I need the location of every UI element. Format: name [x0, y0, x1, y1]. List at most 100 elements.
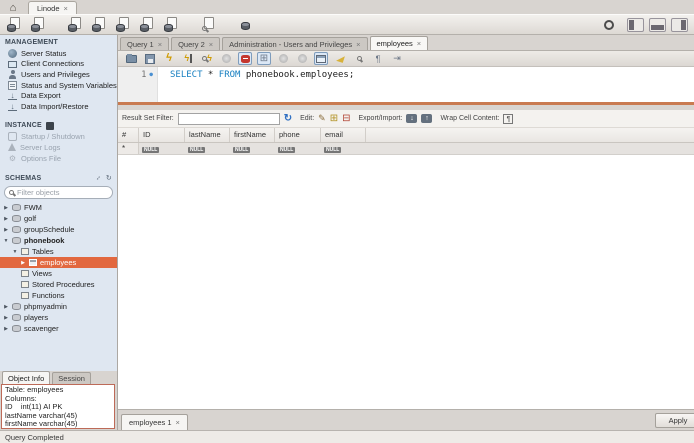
schemas-refresh-icon[interactable]: ↻	[106, 174, 112, 182]
tab-administration[interactable]: Administration - Users and Privileges ×	[222, 37, 367, 50]
tab-object-info[interactable]: Object Info	[2, 371, 50, 384]
tab-query-2[interactable]: Query 2 ×	[171, 37, 220, 50]
new-table-icon[interactable]	[91, 17, 108, 32]
inspector-icon[interactable]	[200, 17, 217, 32]
column-header-rownum[interactable]: #	[118, 128, 139, 142]
column-header-phone[interactable]: phone	[275, 128, 321, 142]
toggle-right-sidebar-button[interactable]	[671, 18, 688, 32]
execute-icon[interactable]: ϟ	[162, 52, 176, 65]
expand-arrow-icon[interactable]: ▶	[3, 304, 9, 310]
column-header-id[interactable]: ID	[139, 128, 185, 142]
cell-id[interactable]: NULL	[139, 144, 185, 154]
schema-node-players[interactable]: ▶ players	[0, 312, 117, 323]
reconnect-icon[interactable]	[237, 17, 254, 32]
apply-button[interactable]: Apply	[655, 413, 694, 428]
open-sql-script-icon[interactable]	[30, 17, 47, 32]
close-icon[interactable]: ×	[417, 39, 421, 48]
tree-node-stored-procedures[interactable]: Stored Procedures	[0, 279, 117, 290]
sidebar-item-data-import[interactable]: ↓ Data Import/Restore	[0, 101, 117, 112]
tree-node-functions[interactable]: Functions	[0, 290, 117, 301]
cell-firstname[interactable]: NULL	[230, 144, 275, 154]
new-function-icon[interactable]	[163, 17, 180, 32]
tree-node-employees[interactable]: ▶ employees	[0, 257, 117, 268]
tab-query-1[interactable]: Query 1 ×	[120, 37, 169, 50]
close-icon[interactable]: ×	[64, 4, 68, 13]
schema-node-scavenger[interactable]: ▶ scavenger	[0, 323, 117, 334]
toggle-output-area-button[interactable]	[649, 18, 666, 32]
result-filter-input[interactable]	[178, 113, 280, 125]
sidebar-item-client-connections[interactable]: Client Connections	[0, 59, 117, 70]
wrap-text-icon[interactable]: ⇥	[390, 52, 404, 65]
invisible-chars-icon[interactable]: ¶	[371, 52, 385, 65]
tree-node-views[interactable]: Views	[0, 268, 117, 279]
new-query-tab-icon[interactable]	[6, 17, 23, 32]
rollback-icon[interactable]	[295, 52, 309, 65]
save-script-icon[interactable]	[143, 52, 157, 65]
sidebar-item-users-privileges[interactable]: Users and Privileges	[0, 69, 117, 80]
sql-code-line[interactable]: SELECT * FROM phonebook.employees;	[158, 67, 354, 102]
execute-current-icon[interactable]: ϟ	[181, 52, 195, 65]
schema-node-groupschedule[interactable]: ▶ groupSchedule	[0, 224, 117, 235]
home-tab-button[interactable]: ⌂	[4, 2, 22, 14]
cell-lastname[interactable]: NULL	[185, 144, 230, 154]
wrap-cell-content-icon[interactable]: ¶	[503, 114, 513, 124]
schemas-resize-icon[interactable]: ↔	[93, 173, 104, 184]
add-row-icon[interactable]: ⊞	[330, 113, 338, 124]
sidebar-item-server-status[interactable]: Server Status	[0, 48, 117, 59]
result-grid-empty-area[interactable]	[118, 155, 694, 409]
schema-node-fwm[interactable]: ▶ FWM	[0, 202, 117, 213]
collapse-arrow-icon[interactable]: ▼	[12, 249, 18, 255]
edit-record-icon[interactable]: ✎	[318, 113, 326, 124]
new-view-icon[interactable]	[115, 17, 132, 32]
new-procedure-icon[interactable]	[139, 17, 156, 32]
close-icon[interactable]: ×	[209, 40, 213, 49]
new-schema-icon[interactable]	[67, 17, 84, 32]
autocommit-toggle[interactable]	[314, 52, 328, 65]
export-icon[interactable]: ↓	[406, 114, 417, 123]
expand-arrow-icon[interactable]: ▶	[3, 315, 9, 321]
sidebar-item-status-variables[interactable]: Status and System Variables	[0, 80, 117, 91]
limit-rows-toggle[interactable]: ⊞	[257, 52, 271, 65]
open-script-icon[interactable]	[124, 52, 138, 65]
import-icon[interactable]: ↑	[421, 114, 432, 123]
sql-editor[interactable]: 1 ● SELECT * FROM phonebook.employees;	[118, 67, 694, 102]
tree-node-tables[interactable]: ▼ Tables	[0, 246, 117, 257]
schema-filter-input[interactable]	[17, 188, 108, 197]
tab-employees[interactable]: employees ×	[370, 36, 429, 50]
beautify-icon[interactable]	[333, 52, 347, 65]
cell-email[interactable]: NULL	[321, 144, 366, 154]
stop-icon[interactable]	[219, 52, 233, 65]
stop-on-error-toggle[interactable]	[238, 52, 252, 65]
explain-icon[interactable]: ϟ	[200, 52, 214, 65]
schema-node-golf[interactable]: ▶ golf	[0, 213, 117, 224]
sidebar-item-data-export[interactable]: ↓ Data Export	[0, 90, 117, 101]
close-icon[interactable]: ×	[176, 418, 180, 427]
expand-arrow-icon[interactable]: ▶	[20, 260, 26, 266]
expand-arrow-icon[interactable]: ▶	[3, 216, 9, 222]
tab-result-employees-1[interactable]: employees 1 ×	[121, 414, 188, 430]
schema-node-phonebook[interactable]: ▼ phonebook	[0, 235, 117, 246]
refresh-icon[interactable]: ↻	[284, 113, 292, 124]
expand-arrow-icon[interactable]: ▶	[3, 326, 9, 332]
cell-phone[interactable]: NULL	[275, 144, 321, 154]
collapse-arrow-icon[interactable]: ▼	[3, 238, 9, 244]
column-header-firstname[interactable]: firstName	[230, 128, 275, 142]
table-row[interactable]: * NULL NULL NULL NULL NULL	[118, 143, 694, 155]
tab-session[interactable]: Session	[52, 372, 91, 384]
schema-filter-box[interactable]	[4, 186, 113, 199]
find-icon[interactable]	[352, 52, 366, 65]
column-header-email[interactable]: email	[321, 128, 366, 142]
commit-icon[interactable]	[276, 52, 290, 65]
expand-arrow-icon[interactable]: ▶	[3, 205, 9, 211]
column-header-lastname[interactable]: lastName	[185, 128, 230, 142]
sidebar-item-server-logs[interactable]: Server Logs	[0, 142, 117, 153]
close-icon[interactable]: ×	[356, 40, 360, 49]
schema-node-phpmyadmin[interactable]: ▶ phpmyadmin	[0, 301, 117, 312]
delete-row-icon[interactable]: ⊟	[342, 113, 350, 124]
close-icon[interactable]: ×	[158, 40, 162, 49]
toggle-left-sidebar-button[interactable]	[627, 18, 644, 32]
connection-tab[interactable]: Linode ×	[28, 1, 77, 14]
sidebar-item-startup-shutdown[interactable]: Startup / Shutdown	[0, 132, 117, 143]
sidebar-item-options-file[interactable]: ⚙ Options File	[0, 153, 117, 164]
expand-arrow-icon[interactable]: ▶	[3, 227, 9, 233]
